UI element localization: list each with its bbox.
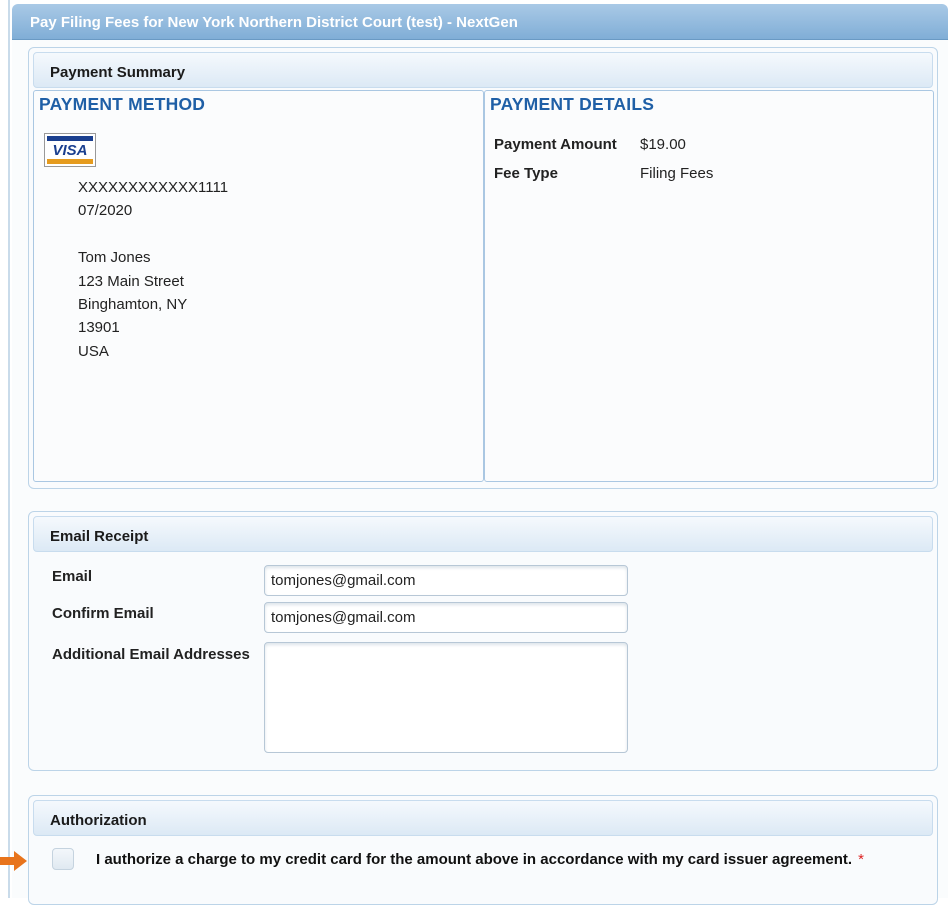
payment-summary-section: Payment Summary PAYMENT METHOD VISA XXXX… — [28, 47, 938, 489]
visa-card-icon: VISA — [44, 133, 96, 167]
window-title: Pay Filing Fees for New York Northern Di… — [12, 4, 948, 40]
payment-method-panel: PAYMENT METHOD VISA XXXXXXXXXXXX1111 07/… — [33, 90, 484, 482]
additional-emails-label: Additional Email Addresses — [52, 646, 250, 663]
payment-amount-value: $19.00 — [640, 136, 686, 153]
billing-street: 123 Main Street — [78, 273, 184, 290]
payment-details-panel: PAYMENT DETAILS Payment Amount $19.00 Fe… — [484, 90, 934, 482]
confirm-email-label: Confirm Email — [52, 605, 154, 622]
authorize-charge-label[interactable]: I authorize a charge to my credit card f… — [96, 851, 864, 868]
card-number: XXXXXXXXXXXX1111 — [78, 179, 229, 196]
billing-zip: 13901 — [78, 319, 120, 336]
fee-type-label: Fee Type — [494, 165, 558, 182]
email-field[interactable] — [264, 565, 628, 596]
billing-city-state: Binghamton, NY — [78, 296, 188, 313]
cardholder-name: Tom Jones — [78, 249, 151, 266]
billing-country: USA — [78, 343, 109, 360]
payment-amount-label: Payment Amount — [494, 136, 617, 153]
email-label: Email — [52, 568, 93, 585]
payment-details-title: PAYMENT DETAILS — [490, 94, 655, 114]
authorization-header: Authorization — [33, 800, 933, 836]
card-expiry: 07/2020 — [78, 202, 133, 219]
visa-logo-text: VISA — [52, 142, 88, 159]
email-receipt-section: Email Receipt Email Confirm Email Additi… — [28, 511, 938, 771]
email-receipt-header: Email Receipt — [33, 516, 933, 552]
payment-method-title: PAYMENT METHOD — [39, 94, 206, 114]
required-asterisk: * — [858, 851, 864, 868]
payment-summary-header: Payment Summary — [33, 52, 933, 88]
fee-type-value: Filing Fees — [640, 165, 714, 182]
additional-emails-field[interactable] — [264, 642, 628, 753]
pointer-arrow-icon — [0, 851, 27, 871]
authorization-section: Authorization I authorize a charge to my… — [28, 795, 938, 905]
confirm-email-field[interactable] — [264, 602, 628, 633]
authorize-charge-text: I authorize a charge to my credit card f… — [96, 851, 853, 868]
page-body: Payment Summary PAYMENT METHOD VISA XXXX… — [12, 40, 948, 905]
authorize-charge-checkbox[interactable] — [52, 848, 74, 870]
left-border — [8, 0, 10, 898]
